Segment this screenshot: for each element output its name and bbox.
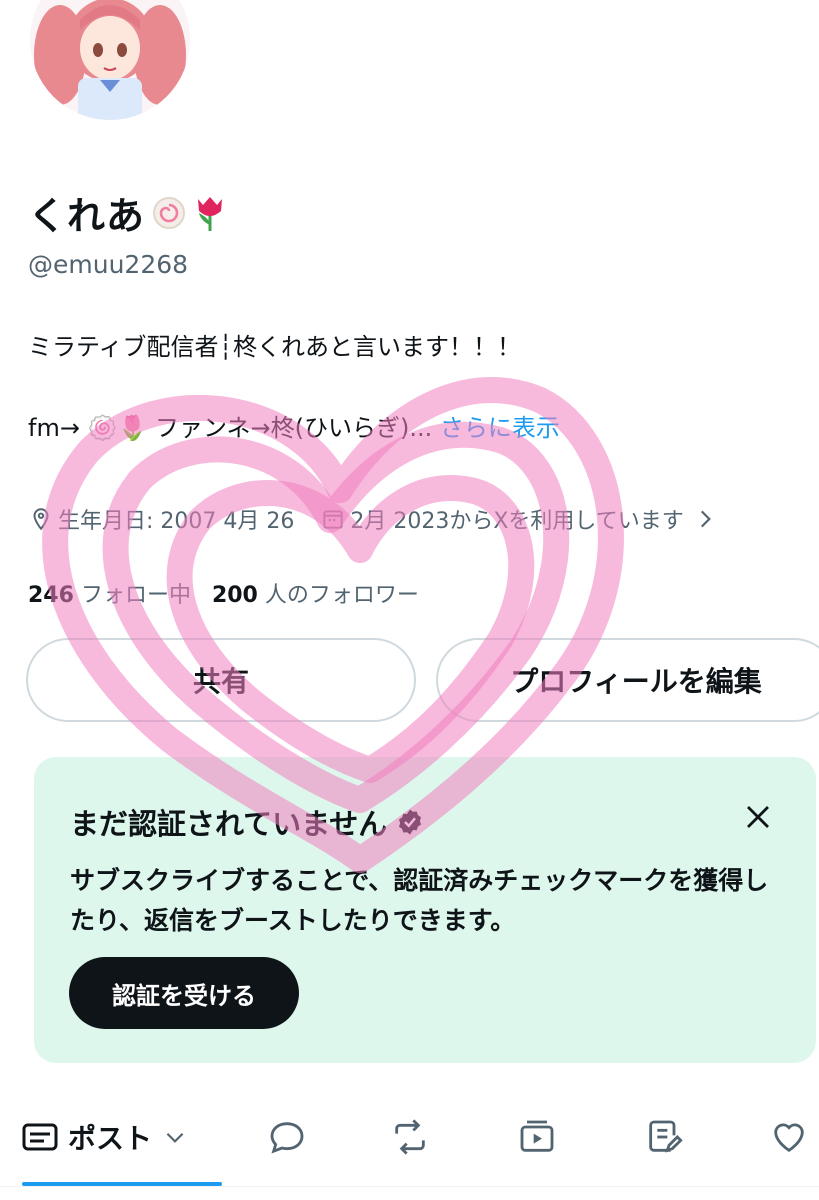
like-icon <box>774 1123 804 1153</box>
tab-articles[interactable] <box>642 1112 686 1162</box>
profile-meta: 生年月日: 2007 4月 26 2月 2023からXを利用しています <box>28 503 722 535</box>
edit-profile-button[interactable]: プロフィールを編集 <box>436 638 819 722</box>
close-icon[interactable] <box>738 797 778 837</box>
bio-line-1: ミラティブ配信者┆柊くれあと言います！！！ <box>28 333 522 361</box>
avatar-illustration <box>30 0 190 120</box>
display-name: くれあ <box>28 185 227 240</box>
reply-icon <box>270 1122 304 1154</box>
tab-likes[interactable] <box>767 1112 811 1162</box>
tab-divider <box>0 1186 819 1187</box>
calendar-icon <box>320 506 346 532</box>
verified-badge-icon <box>399 809 422 835</box>
joined-text: 2月 2023からXを利用しています <box>350 509 684 534</box>
followers-label: 人のフォロワー <box>264 583 419 608</box>
tab-replies[interactable] <box>265 1112 309 1162</box>
following-count: 246 <box>28 583 74 608</box>
tab-media[interactable] <box>515 1112 559 1162</box>
verification-card: まだ認証されていません サブスクライブすることで、認証済みチェックマークを獲得し… <box>34 757 816 1063</box>
chevron-down-icon <box>166 1132 184 1143</box>
get-verified-button[interactable]: 認証を受ける <box>69 957 299 1029</box>
follow-stats: 246 フォロー中 200 人のフォロワー <box>28 577 419 609</box>
tab-reposts[interactable] <box>388 1112 432 1162</box>
profile-tabs: ポスト <box>0 1100 819 1200</box>
location-pin-icon <box>28 506 54 532</box>
profile-handle: @emuu2268 <box>28 250 189 279</box>
verification-description: サブスクライブすることで、認証済みチェックマークを獲得したり、返信をブーストした… <box>70 866 769 935</box>
show-more-link[interactable]: さらに表示 <box>440 414 560 442</box>
followers-link[interactable]: 200 人のフォロワー <box>212 583 419 608</box>
naruto-emoji-icon <box>153 196 186 229</box>
bio-line-2: fm→ 🍥🌷 ファンネ→柊(ひいらぎ)... さらに表示 <box>28 408 560 443</box>
repost-icon <box>395 1119 425 1155</box>
followers-count: 200 <box>211 583 258 608</box>
article-icon <box>649 1120 683 1153</box>
birthday-text: 生年月日: 2007 4月 26 <box>58 509 295 534</box>
verification-title-text: まだ認証されていません <box>70 807 388 841</box>
display-name-text: くれあ <box>28 194 146 238</box>
posts-icon <box>22 1123 58 1151</box>
following-link[interactable]: 246 フォロー中 <box>28 583 191 608</box>
verification-card-title: まだ認証されていません <box>70 801 425 843</box>
bio-line-2-text: fm→ 🍥🌷 ファンネ→柊(ひいらぎ)... <box>28 414 433 442</box>
following-label: フォロー中 <box>80 583 191 608</box>
tab-posts[interactable]: ポスト <box>22 1112 188 1162</box>
share-button[interactable]: 共有 <box>26 638 416 722</box>
profile-avatar[interactable] <box>30 0 190 120</box>
tulip-emoji-icon <box>198 196 223 231</box>
media-icon <box>520 1120 554 1152</box>
tab-posts-label: ポスト <box>68 1122 153 1155</box>
chevron-right-icon[interactable] <box>692 506 718 532</box>
